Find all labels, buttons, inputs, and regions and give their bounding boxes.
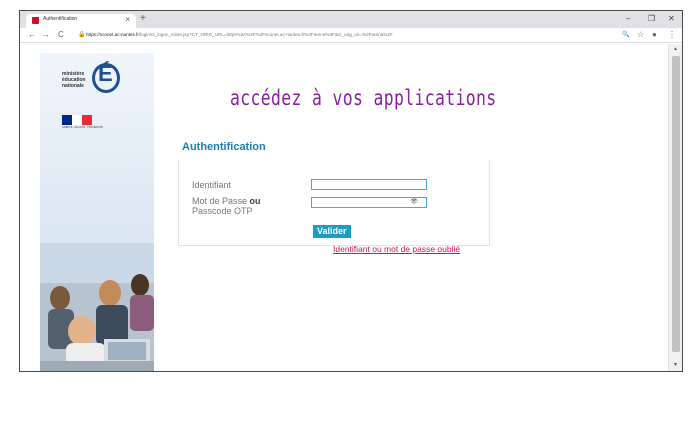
flag-caption: LIBERTÉ · ÉGALITÉ · FRATERNITÉ (62, 126, 103, 129)
forward-icon[interactable]: → (42, 29, 50, 41)
french-flag-icon (62, 115, 92, 125)
tab-title: Authentification (43, 16, 78, 22)
tab-close-icon[interactable]: × (125, 14, 130, 26)
scroll-up-icon[interactable]: ▲ (673, 46, 678, 52)
scrollbar-thumb[interactable] (672, 56, 680, 352)
forgot-credentials-link[interactable]: Identifiant ou mot de passe oublié (333, 244, 460, 254)
account-icon[interactable]: ● (652, 29, 657, 41)
password-label: Mot de Passe ou Passcode OTP (192, 196, 261, 216)
minimize-icon[interactable]: – (626, 13, 630, 25)
address-bar[interactable]: 🔒 https://sconet.ac-nantes.fr/login/ct_l… (78, 30, 618, 41)
show-password-eye-icon[interactable]: 👁 (410, 198, 418, 205)
close-window-icon[interactable]: ✕ (668, 13, 675, 25)
scroll-down-icon[interactable]: ▼ (673, 362, 678, 368)
vertical-scrollbar[interactable]: ▲ ▼ (668, 44, 682, 371)
sidebar-banner: ministère éducation nationale É LIBERTÉ … (40, 53, 154, 371)
new-tab-button[interactable]: + (140, 13, 146, 25)
menu-icon[interactable]: ⋮ (668, 29, 676, 41)
auth-section-title: Authentification (182, 141, 266, 153)
identifiant-input[interactable] (311, 179, 427, 190)
valider-button[interactable]: Valider (313, 225, 351, 238)
browser-tab[interactable]: Authentification × (26, 14, 136, 28)
bookmark-star-icon[interactable]: ☆ (637, 29, 644, 41)
page-headline: accédez à vos applications (230, 86, 497, 110)
page-content: ministère éducation nationale É LIBERTÉ … (20, 44, 668, 371)
browser-toolbar: ← → C 🔒 https://sconet.ac-nantes.fr/logi… (20, 28, 682, 43)
logo-letter: É (98, 61, 113, 86)
reload-icon[interactable]: C (58, 29, 64, 41)
tab-strip: Authentification × + – ❐ ✕ (20, 11, 682, 28)
back-icon[interactable]: ← (28, 29, 36, 41)
zoom-icon[interactable]: 🔍 (622, 29, 629, 41)
browser-window: Authentification × + – ❐ ✕ ← → C 🔒 https… (19, 10, 683, 372)
ministere-text: ministère éducation nationale (62, 71, 86, 89)
maximize-icon[interactable]: ❐ (648, 13, 655, 25)
favicon-icon (32, 17, 39, 24)
lock-icon: 🔒 (78, 32, 86, 38)
students-photo (40, 243, 154, 371)
url-text: https://sconet.ac-nantes.fr/login/ct_log… (86, 32, 393, 37)
password-input[interactable]: 👁 (311, 197, 427, 208)
identifiant-label: Identifiant (192, 180, 232, 190)
